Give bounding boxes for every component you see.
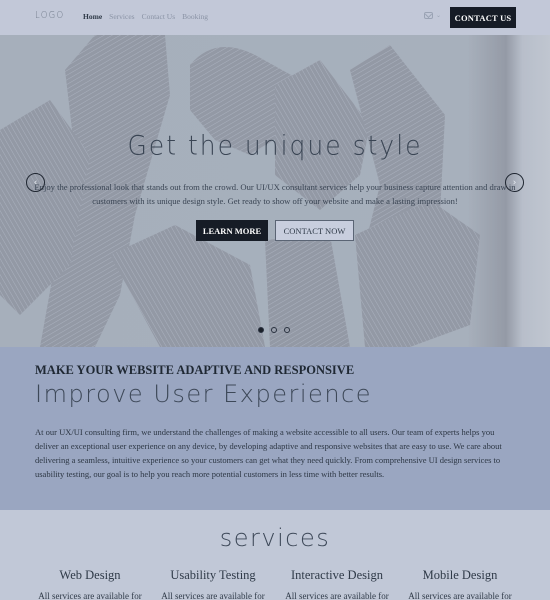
services-title: services xyxy=(219,524,331,552)
nav-contact-us[interactable]: Contact Us xyxy=(142,12,176,21)
mail-dropdown[interactable]: ⌄ xyxy=(424,12,441,19)
slider-dot-1[interactable] xyxy=(258,327,264,333)
nav-services[interactable]: Services xyxy=(109,12,134,21)
service-card-usability-testing: Usability Testing All services are avail… xyxy=(153,568,273,600)
improve-section: MAKE YOUR WEBSITE ADAPTIVE AND RESPONSIV… xyxy=(0,347,550,510)
service-card-interactive-design: Interactive Design All services are avai… xyxy=(277,568,397,600)
contact-now-button[interactable]: CONTACT NOW xyxy=(275,220,354,241)
service-description: All services are available for xyxy=(38,591,142,600)
service-name: Web Design xyxy=(59,568,121,582)
slider-next-button[interactable]: › xyxy=(505,173,524,192)
learn-more-button[interactable]: LEARN MORE xyxy=(196,220,268,241)
chevron-right-icon: › xyxy=(512,177,517,188)
improve-kicker: MAKE YOUR WEBSITE ADAPTIVE AND RESPONSIV… xyxy=(35,363,355,377)
improve-body: At our UX/UI consulting firm, we underst… xyxy=(35,427,502,479)
hero-description: Enjoy the professional look that stands … xyxy=(34,182,516,206)
service-card-mobile-design: Mobile Design All services are available… xyxy=(400,568,520,600)
service-name: Usability Testing xyxy=(170,568,256,582)
mail-icon xyxy=(424,12,433,19)
service-card-web-design: Web Design All services are available fo… xyxy=(30,568,150,600)
chevron-left-icon: ‹ xyxy=(33,177,38,188)
logo[interactable]: LOGO xyxy=(35,10,65,21)
contact-us-button[interactable]: CONTACT US xyxy=(450,7,516,28)
slider-dot-2[interactable] xyxy=(271,327,277,333)
service-name: Mobile Design xyxy=(422,568,498,582)
site-header: LOGO Home Services Contact Us Booking ⌄ … xyxy=(0,0,550,35)
slider-pagination xyxy=(258,327,290,333)
slider-prev-button[interactable]: ‹ xyxy=(26,173,45,192)
service-name: Interactive Design xyxy=(291,568,383,582)
slider-dot-3[interactable] xyxy=(284,327,290,333)
nav-home[interactable]: Home xyxy=(83,12,102,21)
chevron-down-icon: ⌄ xyxy=(436,12,442,19)
service-description: All services are available for xyxy=(408,591,512,600)
services-section: services Web Design All services are ava… xyxy=(0,510,550,600)
improve-title: Improve User Experience xyxy=(35,380,372,408)
service-description: All services are available for xyxy=(161,591,265,600)
hero-title: Get the unique style xyxy=(127,130,423,161)
service-description: All services are available for xyxy=(285,591,389,600)
main-nav: Home Services Contact Us Booking xyxy=(83,12,208,21)
hero-slider: Get the unique style Enjoy the professio… xyxy=(0,35,550,347)
nav-booking[interactable]: Booking xyxy=(182,12,208,21)
